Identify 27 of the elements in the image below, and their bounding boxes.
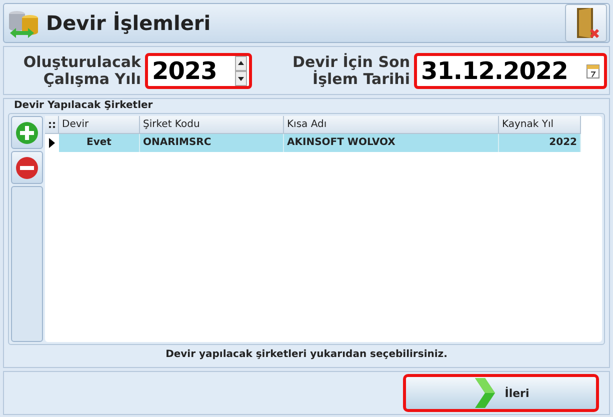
table-row[interactable]: Evet ONARIMSRC AKINSOFT WOLVOX 2022 [45, 134, 602, 152]
hint-text: Devir yapılacak şirketleri yukarıdan seçebilirsiniz. [164, 348, 448, 362]
field-label: Devir İçin Son İşlem Tarihi [292, 54, 410, 88]
field-label: Oluşturulacak Çalışma Yılı [22, 54, 141, 88]
calendar-icon[interactable] [586, 62, 600, 78]
remove-button[interactable] [11, 151, 43, 184]
column-header[interactable]: Şirket Kodu [140, 116, 284, 134]
exit-button[interactable] [565, 4, 607, 42]
minus-icon [15, 156, 39, 180]
group-title: Devir Yapılacak Şirketler [13, 99, 154, 113]
window-title: Devir İşlemleri [46, 11, 212, 35]
date-field[interactable]: 31.12.2022 [414, 52, 607, 88]
plus-icon [15, 120, 39, 144]
table-cell: 2022 [499, 134, 581, 152]
table-cell: Evet [59, 134, 140, 152]
add-button[interactable] [11, 116, 43, 149]
spin-buttons-icon[interactable] [235, 56, 247, 86]
table-cell: ONARIMSRC [140, 134, 284, 152]
row-pointer-icon [49, 138, 55, 148]
column-header[interactable]: Kaynak Yıl [499, 116, 581, 134]
year-field[interactable]: 2023 [145, 52, 252, 88]
chevron-icon [472, 378, 495, 408]
column-header[interactable]: Devir [59, 116, 140, 134]
next-button[interactable]: İleri [403, 374, 599, 412]
column-header[interactable]: Kısa Adı [284, 116, 499, 134]
table-cell: AKINSOFT WOLVOX [284, 134, 499, 152]
column-grip-icon [45, 116, 59, 134]
